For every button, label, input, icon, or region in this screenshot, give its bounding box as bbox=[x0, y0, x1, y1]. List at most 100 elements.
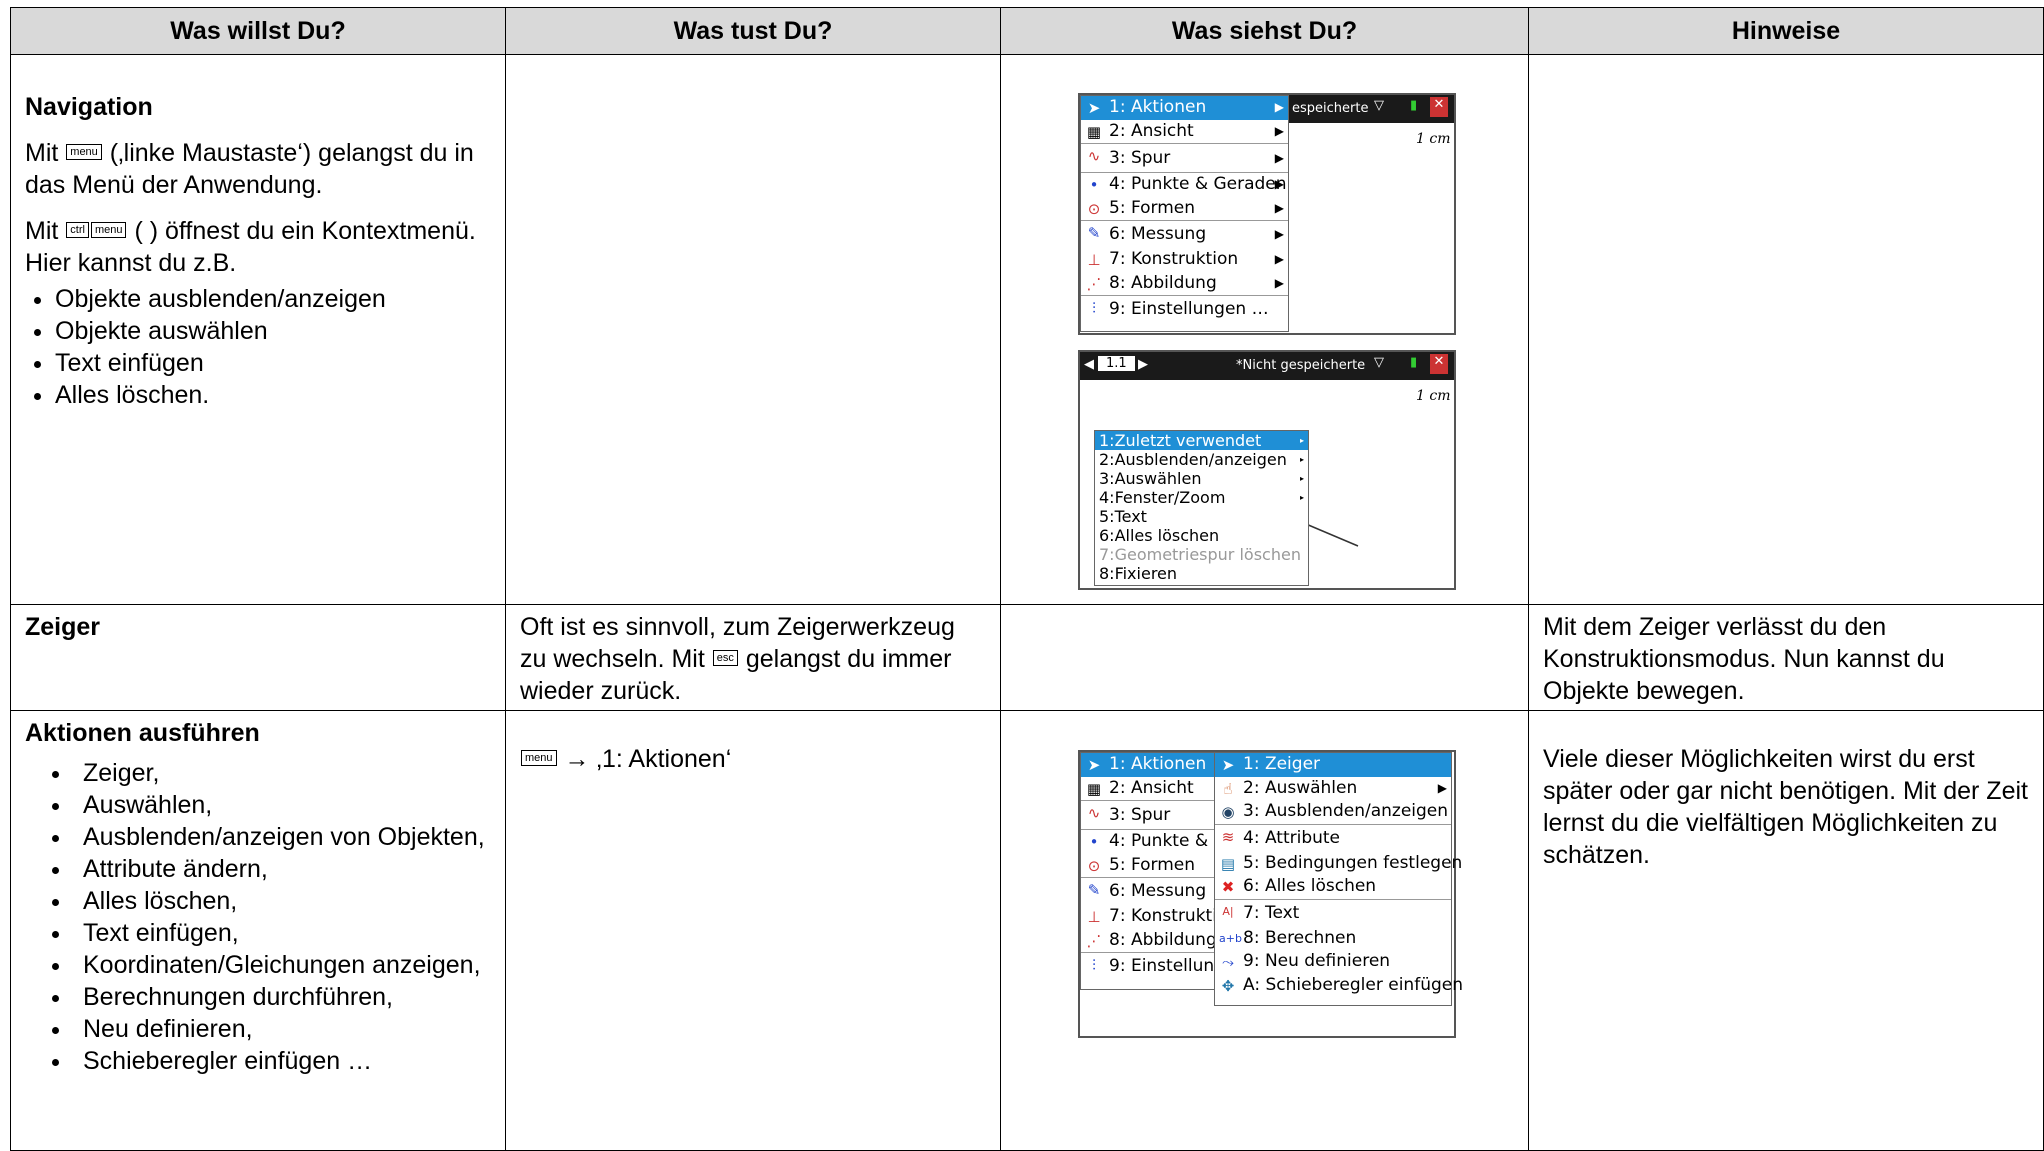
header-do: Was tust Du? bbox=[505, 7, 1001, 55]
menu-item-construction[interactable]: ⊥ 7: Konstruktion ▶ bbox=[1081, 248, 1288, 272]
transformation-icon: ⋰ bbox=[1086, 931, 1102, 950]
dropdown-chevron-icon: ▽ bbox=[1374, 98, 1384, 113]
close-icon[interactable]: ✕ bbox=[1430, 97, 1448, 117]
submenu-item-select[interactable]: ☝ 2: Auswählen ▶ bbox=[1215, 777, 1451, 801]
row1-para2: Mit ctrl menu ( ) öffnest du ein Kontextm… bbox=[25, 217, 476, 245]
esc-key-icon: esc bbox=[712, 650, 738, 667]
line-segment bbox=[1306, 523, 1359, 547]
submenu-item-hide-show[interactable]: ◉ 3: Ausblenden/anzeigen bbox=[1215, 800, 1451, 824]
ctx-item-pin[interactable]: 8:Fixieren bbox=[1095, 564, 1308, 583]
submenu-item-redefine[interactable]: ⤳ 9: Neu definieren bbox=[1215, 950, 1451, 974]
slider-icon: ✥ bbox=[1221, 976, 1235, 995]
tab-left-arrow-icon[interactable]: ◀ bbox=[1084, 357, 1094, 372]
hand-select-icon: ☝ bbox=[1223, 779, 1233, 798]
construction-icon: ⊥ bbox=[1087, 251, 1101, 269]
view-icon: ▦ bbox=[1086, 122, 1102, 141]
menu-item-measure[interactable]: ✎ 6: Messung ▶ bbox=[1081, 220, 1288, 248]
menu-item-transformation[interactable]: ⋰ 8: Abbildung ▶ bbox=[1081, 272, 1288, 296]
list-item: Zeiger, bbox=[73, 757, 491, 789]
row1-para3: Hier kannst du z.B. bbox=[25, 249, 237, 277]
ctx-item-delete-all[interactable]: 6:Alles löschen bbox=[1095, 526, 1308, 545]
ctx-item-recent[interactable]: 1:Zuletzt verwendet ▸ bbox=[1095, 431, 1308, 450]
trace-icon: ∿ bbox=[1087, 147, 1101, 165]
submenu-item-attributes[interactable]: ≋ 4: Attribute bbox=[1215, 823, 1451, 852]
actions-submenu: ➤ 1: Zeiger ☝ 2: Auswählen ▶ ◉ 3: Ausblenden… bbox=[1214, 752, 1463, 1006]
row2-action: Oft ist es sinnvoll, zum Zeigerwerkzeug … bbox=[520, 613, 955, 705]
submenu-item-delete-all[interactable]: ✖ 6: Alles löschen bbox=[1215, 875, 1451, 899]
view-icon: ▦ bbox=[1086, 779, 1102, 798]
transformation-icon: ⋰ bbox=[1086, 274, 1102, 293]
row3-action: menu → ‚1: Aktionen‘ bbox=[506, 711, 1000, 775]
menu-item-construction[interactable]: ⊥7: Konstruktio bbox=[1081, 905, 1215, 929]
menu-item-settings[interactable]: ⫶ 9: Einstellungen … bbox=[1081, 295, 1288, 323]
pointer-arrow-icon: ➤ bbox=[1087, 99, 1101, 117]
row3-hint: Viele dieser Möglichkeiten wirst du erst… bbox=[1543, 745, 2028, 869]
menu-item-points-lines[interactable]: • 4: Punkte & Geraden ▶ bbox=[1081, 172, 1288, 197]
calculator-screen-context-menu: ◀ 1.1 ▶ *Nicht gespeicherte ▽ ▮ ✕ 1 cm 1… bbox=[1078, 350, 1456, 590]
menu-item-actions[interactable]: ➤ 1: Aktionen bbox=[1081, 753, 1215, 777]
menu-key-icon: menu bbox=[90, 222, 127, 239]
ruler-icon: ✎ bbox=[1087, 881, 1101, 899]
trace-icon: ∿ bbox=[1087, 804, 1101, 822]
pointer-arrow-icon: ➤ bbox=[1087, 756, 1101, 774]
list-item: Text einfügen, bbox=[73, 917, 491, 949]
menu-item-trace[interactable]: ∿ 3: Spur ▶ bbox=[1081, 143, 1288, 172]
circle-icon: ⊙ bbox=[1087, 856, 1101, 875]
ctx-item-select[interactable]: 3:Auswählen ▸ bbox=[1095, 469, 1308, 488]
tab-1-1[interactable]: 1.1 bbox=[1098, 356, 1135, 371]
point-icon: • bbox=[1089, 833, 1099, 851]
submenu-item-calculate[interactable]: a+b 8: Berechnen bbox=[1215, 927, 1451, 951]
menu-item-view[interactable]: ▦ 2: Ansicht ▶ bbox=[1081, 120, 1288, 144]
circle-icon: ⊙ bbox=[1087, 199, 1101, 218]
eye-icon: ◉ bbox=[1221, 803, 1235, 821]
row1-bullet-list: Objekte ausblenden/anzeigen Objekte ausw… bbox=[25, 283, 491, 411]
main-menu: ➤ 1: Aktionen ▶ ▦ 2: Ansicht ▶ ∿ 3: Spur ▶ • 4:… bbox=[1080, 95, 1289, 332]
ctx-item-hide-show[interactable]: 2:Ausblenden/anzeigen ▸ bbox=[1095, 450, 1308, 469]
menu-item-shapes[interactable]: ⊙ 5: Formen ▶ bbox=[1081, 197, 1288, 221]
ctx-item-window-zoom[interactable]: 4:Fenster/Zoom ▸ bbox=[1095, 488, 1308, 507]
context-menu: 1:Zuletzt verwendet ▸ 2:Ausblenden/anzeig… bbox=[1094, 430, 1309, 586]
list-item: Alles löschen, bbox=[73, 885, 491, 917]
calculator-topbar: ◀ 1.1 ▶ *Nicht gespeicherte ▽ ▮ ✕ bbox=[1080, 352, 1454, 380]
submenu-item-text[interactable]: A| 7: Text bbox=[1215, 898, 1451, 927]
menu-item-shapes[interactable]: ⊙ 5: Formen bbox=[1081, 854, 1215, 878]
settings-sliders-icon: ⫶ bbox=[1092, 956, 1096, 974]
menu-item-trace[interactable]: ∿ 3: Spur bbox=[1081, 800, 1215, 829]
submenu-item-slider[interactable]: ✥ A: Schieberegler einfügen bbox=[1215, 974, 1463, 998]
ctx-item-text[interactable]: 5:Text bbox=[1095, 507, 1308, 526]
menu-item-view[interactable]: ▦ 2: Ansicht bbox=[1081, 777, 1215, 801]
tab-right-arrow-icon[interactable]: ▶ bbox=[1138, 357, 1148, 372]
menu-item-settings[interactable]: ⫶9: Einstellunge bbox=[1081, 952, 1215, 980]
list-item: Berechnungen durchführen, bbox=[73, 981, 491, 1013]
main-menu: ➤ 1: Aktionen ▦ 2: Ansicht ∿ 3: Spur • 4: Pu… bbox=[1080, 752, 1215, 990]
list-item: Objekte auswählen bbox=[55, 315, 491, 347]
list-item: Objekte ausblenden/anzeigen bbox=[55, 283, 491, 315]
submenu-item-pointer[interactable]: ➤ 1: Zeiger bbox=[1215, 753, 1451, 777]
calculate-icon: a+b bbox=[1219, 931, 1242, 945]
menu-item-transformation[interactable]: ⋰ 8: Abbildung bbox=[1081, 929, 1216, 953]
menu-item-actions[interactable]: ➤ 1: Aktionen ▶ bbox=[1081, 96, 1288, 120]
calculator-screen-main-menu: espeicherte ▽ ▮ ✕ 1 cm ➤ 1: Aktionen ▶ ▦ 2:… bbox=[1078, 93, 1456, 335]
header-hints: Hinweise bbox=[1528, 7, 2044, 55]
ruler-icon: ✎ bbox=[1087, 224, 1101, 242]
pointer-arrow-icon: ➤ bbox=[1221, 756, 1235, 774]
close-icon[interactable]: ✕ bbox=[1430, 354, 1448, 374]
text-icon: A| bbox=[1222, 904, 1234, 918]
menu-item-measure[interactable]: ✎ 6: Messung bbox=[1081, 877, 1215, 905]
conditions-icon: ▤ bbox=[1220, 854, 1236, 873]
row1-para1: Mit menu (‚linke Maustaste‘) gelangst du… bbox=[25, 139, 474, 199]
ctrl-key-icon: ctrl bbox=[66, 222, 89, 239]
list-item: Auswählen, bbox=[73, 789, 491, 821]
row2-title: Zeiger bbox=[25, 613, 101, 641]
menu-key-icon: menu bbox=[521, 750, 557, 767]
instruction-table: Was willst Du? Was tust Du? Was siehst D… bbox=[10, 7, 2044, 1151]
settings-sliders-icon: ⫶ bbox=[1092, 299, 1096, 317]
header-see: Was siehst Du? bbox=[1000, 7, 1529, 55]
submenu-item-conditions[interactable]: ▤ 5: Bedingungen festlegen bbox=[1215, 852, 1462, 876]
list-item: Koordinaten/Gleichungen anzeigen, bbox=[73, 949, 491, 981]
list-item: Schieberegler einfügen … bbox=[73, 1045, 491, 1077]
menu-item-points-lines[interactable]: • 4: Punkte & G bbox=[1081, 829, 1215, 854]
row1-title: Navigation bbox=[25, 93, 153, 121]
redefine-icon: ⤳ bbox=[1221, 953, 1234, 971]
list-item: Attribute ändern, bbox=[73, 853, 491, 885]
